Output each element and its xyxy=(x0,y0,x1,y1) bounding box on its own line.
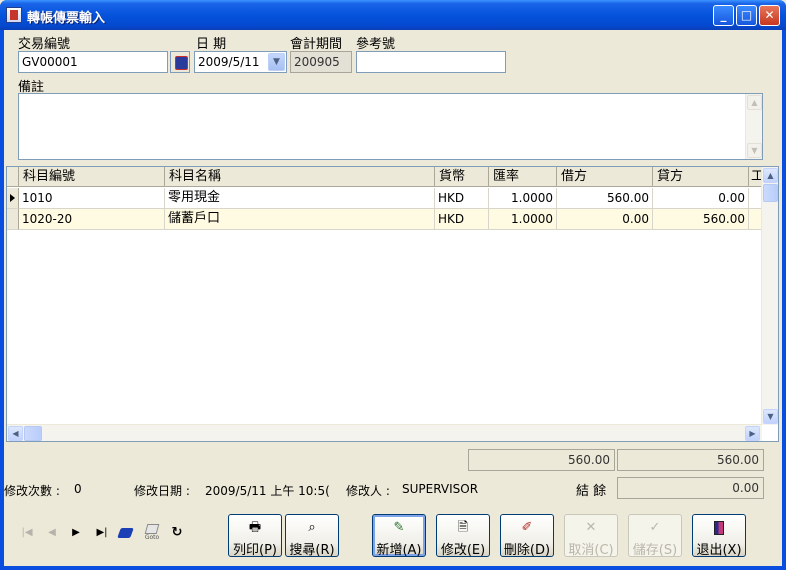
window-title: 轉帳傳票輸入 xyxy=(27,11,106,26)
refresh-icon[interactable]: ↻ xyxy=(168,524,186,542)
cell-currency[interactable]: HKD xyxy=(435,188,489,209)
scroll-up-icon[interactable]: ▲ xyxy=(747,95,762,110)
chevron-down-icon[interactable]: ▼ xyxy=(268,53,285,71)
save-button-label: 儲存(S) xyxy=(632,543,678,558)
current-row-icon xyxy=(10,194,15,202)
cell-currency[interactable]: HKD xyxy=(435,209,489,230)
printer-icon: 🖶 xyxy=(248,520,262,535)
prev-record-icon[interactable]: ◀ xyxy=(43,524,61,542)
delete-button[interactable]: ✐ 刪除(D) xyxy=(500,514,554,558)
exit-button-label: 退出(X) xyxy=(696,543,742,558)
ref-field[interactable] xyxy=(356,51,506,73)
period-label: 會計期間 xyxy=(290,37,343,52)
scroll-down-icon[interactable]: ▼ xyxy=(747,143,762,158)
date-label: 日 期 xyxy=(196,37,227,52)
lookup-icon[interactable] xyxy=(170,51,190,73)
maximize-button[interactable]: □ xyxy=(736,5,757,26)
grid-header: 科目編號 科目名稱 貨幣 匯率 借方 貸方 工 xyxy=(7,167,762,187)
row-indicator xyxy=(7,188,19,209)
cell-rate[interactable]: 1.0000 xyxy=(489,209,557,230)
col-account-name[interactable]: 科目名稱 xyxy=(165,167,435,187)
balance-label: 結 餘 xyxy=(576,484,607,499)
save-button[interactable]: ✓ 儲存(S) xyxy=(628,514,682,558)
modify-button[interactable]: 🗎 修改(E) xyxy=(436,514,490,558)
edit-document-icon: 🗎 xyxy=(457,520,469,535)
eraser-icon: ✐ xyxy=(521,520,533,535)
cell-account-code[interactable]: 1020-20 xyxy=(19,209,165,230)
last-record-icon[interactable]: ▶| xyxy=(93,524,111,542)
debit-total: 560.00 xyxy=(468,449,615,471)
edit-date-value: 2009/5/11 上午 10:5( xyxy=(205,484,330,498)
cell-rate[interactable]: 1.0000 xyxy=(489,188,557,209)
cell-account-name[interactable]: 儲蓄戶口 xyxy=(165,209,435,230)
cancel-x-icon: ✕ xyxy=(585,520,597,535)
col-credit[interactable]: 貸方 xyxy=(653,167,749,187)
entries-grid: 科目編號 科目名稱 貨幣 匯率 借方 貸方 工 1010 零用現金 HKD 1.… xyxy=(6,166,779,442)
table-row[interactable]: 1010 零用現金 HKD 1.0000 560.00 0.00 xyxy=(7,188,762,209)
title-bar[interactable]: 轉帳傳票輸入 _ □ ✕ xyxy=(0,0,786,30)
period-field: 200905 xyxy=(290,51,352,73)
table-row[interactable]: 1020-20 儲蓄戶口 HKD 1.0000 0.00 560.00 xyxy=(7,209,762,230)
cell-account-name[interactable]: 零用現金 xyxy=(165,188,435,209)
modify-button-label: 修改(E) xyxy=(440,543,486,558)
print-button[interactable]: 🖶 列印(P) xyxy=(228,514,282,558)
exit-button[interactable]: 退出(X) xyxy=(692,514,746,558)
goto-label: Goto xyxy=(144,534,160,541)
edit-date-label: 修改日期 : xyxy=(134,484,190,498)
exit-door-icon xyxy=(711,520,727,536)
delete-button-label: 刪除(D) xyxy=(503,543,551,558)
cell-debit[interactable]: 0.00 xyxy=(557,209,653,230)
search-button[interactable]: ⌕ 搜尋(R) xyxy=(285,514,339,558)
col-currency[interactable]: 貨幣 xyxy=(435,167,489,187)
scroll-up-icon[interactable]: ▲ xyxy=(763,168,778,183)
date-value: 2009/5/11 xyxy=(198,55,260,69)
search-icon: ⌕ xyxy=(308,520,316,535)
row-indicator xyxy=(7,209,19,230)
scroll-left-icon[interactable]: ◀ xyxy=(8,426,23,441)
cell-credit[interactable]: 560.00 xyxy=(653,209,749,230)
edit-count-value: 0 xyxy=(74,482,82,496)
scroll-right-icon[interactable]: ▶ xyxy=(745,426,760,441)
memo-scrollbar[interactable]: ▲ ▼ xyxy=(745,94,762,159)
first-record-icon[interactable]: |◀ xyxy=(18,524,36,542)
minimize-button[interactable]: _ xyxy=(713,5,734,26)
scroll-down-icon[interactable]: ▼ xyxy=(763,409,778,424)
editor-value: SUPERVISOR xyxy=(402,482,479,496)
grid-vertical-scrollbar[interactable]: ▲ ▼ xyxy=(761,167,778,425)
cell-debit[interactable]: 560.00 xyxy=(557,188,653,209)
close-button[interactable]: ✕ xyxy=(759,5,780,26)
ref-label: 參考號 xyxy=(356,37,396,52)
cell-credit[interactable]: 0.00 xyxy=(653,188,749,209)
editor-label: 修改人 : xyxy=(346,484,390,498)
horizontal-scroll-thumb[interactable] xyxy=(24,426,42,441)
txn-no-field[interactable]: GV00001 xyxy=(18,51,168,73)
cancel-button-label: 取消(C) xyxy=(568,543,614,558)
header-indicator xyxy=(7,167,19,187)
col-debit[interactable]: 借方 xyxy=(557,167,653,187)
edit-count-label: 修改次數 : xyxy=(4,484,60,498)
balance-value: 0.00 xyxy=(617,477,764,499)
cell-account-code[interactable]: 1010 xyxy=(19,188,165,209)
memo-textarea[interactable]: ▲ ▼ xyxy=(18,93,763,160)
col-account-code[interactable]: 科目編號 xyxy=(19,167,165,187)
checkmark-icon: ✓ xyxy=(649,520,661,535)
goto-icon[interactable]: Goto xyxy=(142,522,162,548)
add-button[interactable]: ✎ 新增(A) xyxy=(372,514,426,558)
credit-total: 560.00 xyxy=(617,449,764,471)
app-icon xyxy=(6,7,22,23)
add-button-label: 新增(A) xyxy=(376,543,422,558)
cancel-button[interactable]: ✕ 取消(C) xyxy=(564,514,618,558)
add-document-icon: ✎ xyxy=(393,520,405,535)
grid-horizontal-scrollbar[interactable]: ◀ ▶ xyxy=(7,424,762,441)
col-rate[interactable]: 匯率 xyxy=(489,167,557,187)
next-record-icon[interactable]: ▶ xyxy=(67,524,85,542)
print-button-label: 列印(P) xyxy=(233,543,277,558)
search-button-label: 搜尋(R) xyxy=(289,543,335,558)
txn-no-label: 交易編號 xyxy=(18,37,71,52)
tag-icon[interactable] xyxy=(117,524,135,542)
vertical-scroll-thumb[interactable] xyxy=(763,184,778,202)
date-field[interactable]: 2009/5/11 ▼ xyxy=(194,51,287,73)
